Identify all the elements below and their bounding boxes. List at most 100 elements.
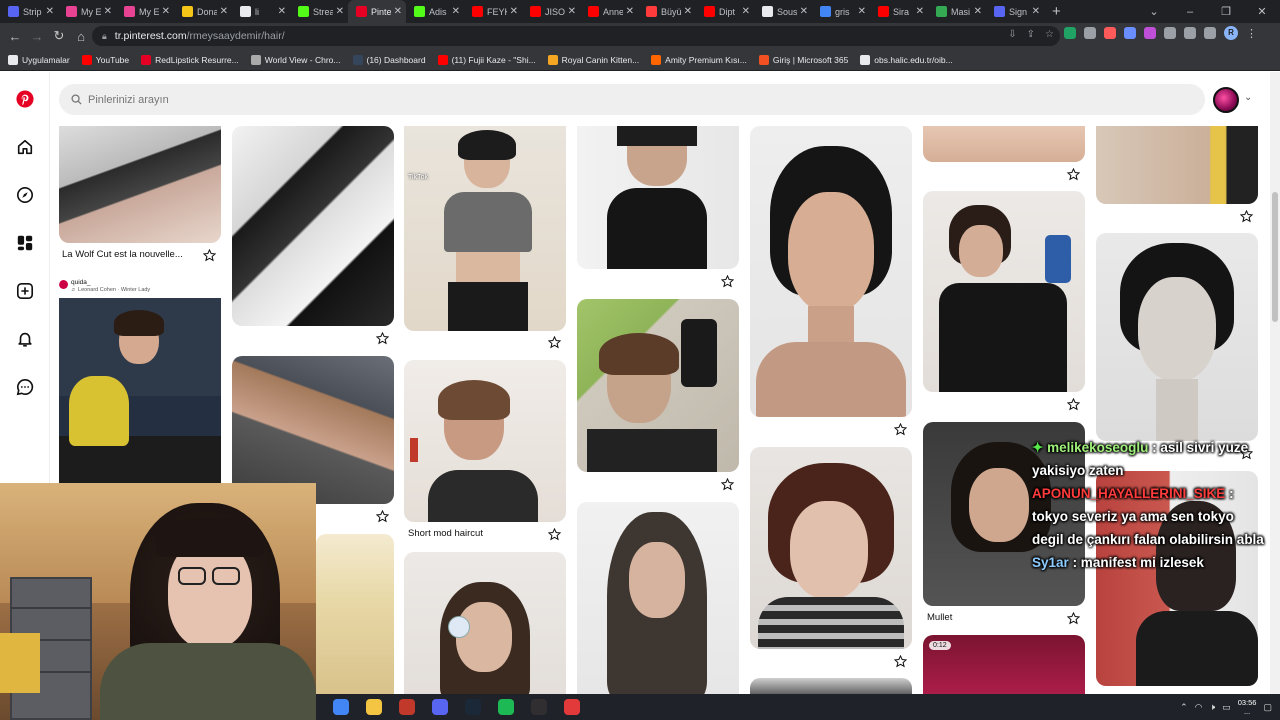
close-tab-icon[interactable]: ✕ [220, 6, 228, 17]
minimize-button[interactable]: – [1172, 6, 1208, 18]
search-bar[interactable] [59, 84, 1205, 115]
star-icon[interactable] [376, 332, 389, 345]
forward-button[interactable]: → [26, 29, 48, 44]
close-tab-icon[interactable]: ✕ [568, 6, 576, 17]
pin-image[interactable] [316, 534, 394, 694]
steam-icon[interactable] [465, 699, 481, 715]
chevron-down-icon[interactable]: ⌄ [1244, 92, 1252, 103]
browser-tab[interactable]: FEYK✕ [464, 0, 522, 23]
extension-icon[interactable] [1144, 27, 1156, 39]
close-tab-icon[interactable]: ✕ [394, 6, 402, 17]
bookmark-item[interactable]: Giriş | Microsoft 365 [758, 54, 848, 65]
close-tab-icon[interactable]: ✕ [626, 6, 634, 17]
pin-image[interactable] [404, 552, 566, 700]
file-explorer-icon[interactable] [366, 699, 382, 715]
close-tab-icon[interactable]: ✕ [510, 6, 518, 17]
chrome-icon[interactable] [333, 699, 349, 715]
pin-caption[interactable]: La Wolf Cut est la nouvelle... [62, 249, 183, 260]
bookmark-star-icon[interactable]: ☆ [1045, 29, 1054, 40]
install-icon[interactable]: ⇩ [1008, 29, 1016, 40]
battery-icon[interactable]: ▭ [1222, 702, 1231, 713]
browser-tab[interactable]: Sous ✕ [754, 0, 812, 23]
page-scrollbar[interactable] [1270, 72, 1280, 720]
tab-search-icon[interactable]: ⌄ [1136, 5, 1172, 18]
star-icon[interactable] [1067, 398, 1080, 411]
clock[interactable]: 03:56... [1238, 698, 1257, 716]
close-tab-icon[interactable]: ✕ [858, 6, 866, 17]
pinterest-logo-icon[interactable] [14, 88, 36, 110]
reload-button[interactable]: ↻ [48, 28, 70, 44]
pin-image[interactable] [232, 356, 394, 504]
browser-tab[interactable]: Anne ✕ [580, 0, 638, 23]
star-icon[interactable] [548, 528, 561, 541]
close-tab-icon[interactable]: ✕ [104, 6, 112, 17]
browser-tab[interactable]: Strip ✕ [0, 0, 58, 23]
close-tab-icon[interactable]: ✕ [742, 6, 750, 17]
back-button[interactable]: ← [4, 29, 26, 44]
browser-tab[interactable]: gris ✕ [812, 0, 870, 23]
pin-caption[interactable]: Mullet [927, 612, 952, 623]
close-tab-icon[interactable]: ✕ [916, 6, 924, 17]
shield-extension-icon[interactable] [1064, 27, 1076, 39]
close-tab-icon[interactable]: ✕ [452, 6, 460, 17]
bookmark-item[interactable]: Amity Premium Kısı... [651, 54, 747, 65]
close-tab-icon[interactable]: ✕ [336, 6, 344, 17]
boards-icon[interactable] [14, 232, 36, 254]
media-icon[interactable] [1184, 27, 1196, 39]
star-icon[interactable] [1067, 168, 1080, 181]
extension-icon[interactable] [1084, 27, 1096, 39]
extension-icon[interactable] [1124, 27, 1136, 39]
browser-tab[interactable]: My E ✕ [58, 0, 116, 23]
home-button[interactable]: ⌂ [70, 29, 92, 44]
star-icon[interactable] [894, 423, 907, 436]
browser-tab[interactable]: My E ✕ [116, 0, 174, 23]
close-tab-icon[interactable]: ✕ [1032, 6, 1040, 17]
home-icon[interactable] [14, 136, 36, 158]
star-icon[interactable] [376, 510, 389, 523]
address-bar[interactable]: 🔒︎ tr.pinterest.com/rmeysaaydemir/hair/ … [92, 26, 1060, 46]
profile-avatar[interactable]: R [1224, 26, 1238, 40]
pin-image[interactable] [59, 126, 221, 243]
browser-tab[interactable]: Masi ✕ [928, 0, 986, 23]
scrollbar-thumb[interactable] [1272, 192, 1278, 322]
browser-tab[interactable]: Dona ✕ [174, 0, 232, 23]
close-tab-icon[interactable]: ✕ [46, 6, 54, 17]
browser-tab[interactable]: Adis ✕ [406, 0, 464, 23]
browser-tab[interactable]: Sign ✕ [986, 0, 1044, 23]
pin-image[interactable] [232, 126, 394, 326]
network-icon[interactable]: ◠ [1195, 702, 1203, 713]
volume-icon[interactable]: 🕨︎ [1210, 702, 1216, 713]
discord-icon[interactable] [432, 699, 448, 715]
new-tab-button[interactable]: + [1044, 3, 1069, 20]
browser-tab[interactable]: Strea ✕ [290, 0, 348, 23]
side-panel-icon[interactable] [1204, 27, 1216, 39]
pin-image[interactable] [923, 191, 1085, 392]
site-info-icon[interactable]: 🔒︎ [102, 31, 107, 42]
star-icon[interactable] [721, 275, 734, 288]
maximize-button[interactable]: ❐ [1208, 5, 1244, 18]
bookmark-item[interactable]: World View - Chro... [250, 54, 341, 65]
browser-tab[interactable]: li ✕ [232, 0, 290, 23]
spotify-icon[interactable] [498, 699, 514, 715]
user-avatar[interactable] [1213, 87, 1239, 113]
close-tab-icon[interactable]: ✕ [278, 6, 286, 17]
pin-image[interactable] [577, 126, 739, 269]
star-icon[interactable] [548, 336, 561, 349]
close-window-button[interactable]: ✕ [1244, 5, 1280, 18]
browser-tab[interactable]: Pinte ✕ [348, 0, 406, 23]
pin-image[interactable] [750, 126, 912, 417]
pin-caption[interactable]: Short mod haircut [408, 528, 483, 539]
browser-tab[interactable]: JISO ✕ [522, 0, 580, 23]
messages-icon[interactable] [14, 376, 36, 398]
close-tab-icon[interactable]: ✕ [684, 6, 692, 17]
extension-icon[interactable] [1104, 27, 1116, 39]
star-icon[interactable] [203, 249, 216, 262]
pin-image[interactable]: quida_ ♬ Leonard Cohen · Winter Lady [59, 276, 221, 486]
star-icon[interactable] [721, 478, 734, 491]
bookmark-item[interactable]: YouTube [81, 54, 129, 65]
pin-image[interactable]: 0:12 [923, 635, 1085, 700]
chevron-up-icon[interactable]: ⌃ [1180, 702, 1188, 713]
pin-image[interactable]: TikTok [404, 126, 566, 331]
pin-image[interactable] [577, 502, 739, 700]
share-icon[interactable]: ⇪ [1027, 29, 1035, 40]
